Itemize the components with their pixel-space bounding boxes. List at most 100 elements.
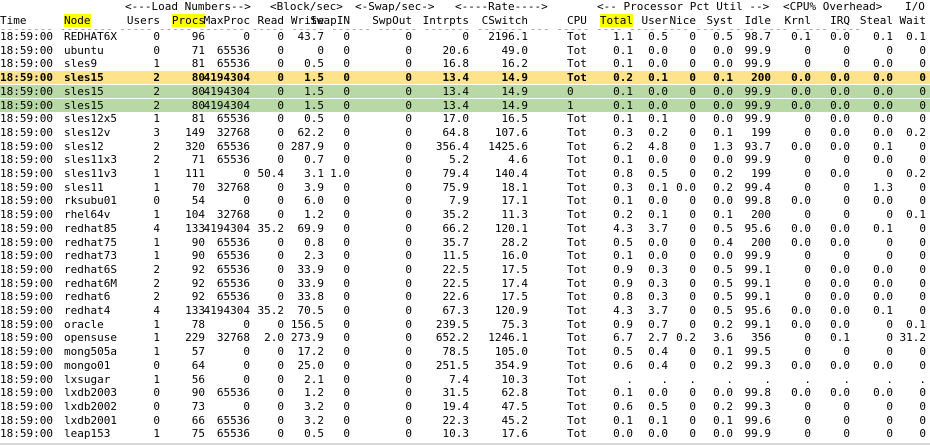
column-header-procs[interactable]: Procs (171, 14, 205, 27)
table-row[interactable]: 18:59:00 sles12x5 1 81 65536 0 0.5 0 0 17.0 16.5 To… (0, 112, 930, 125)
column-header-total[interactable]: Total (599, 14, 633, 27)
cell-user: 0.0 (648, 386, 668, 399)
cell-idle: 99.1 (744, 318, 772, 331)
cell-nice: 0 (689, 194, 696, 207)
table-row[interactable]: 18:59:00 lxsugar 1 56 0 0 2.1 0 0 7.4 10.3 Tot.....… (0, 373, 930, 386)
cell-krnl: 0 (804, 331, 811, 344)
cell-cswitch: 4.6 (508, 153, 528, 166)
cell-cswitch: 49.0 (501, 44, 529, 57)
table-row[interactable]: 18:59:00 sles15 2 80 4194304 0 1.5 0 0 13.4 14.9 1 0… (0, 99, 930, 112)
cell-nice: 0 (689, 85, 696, 98)
column-header-read[interactable]: Read (258, 14, 285, 27)
column-header-syst[interactable]: Syst (707, 14, 734, 27)
cell-krnl: 0 (804, 153, 811, 166)
cell-cswitch: 17.5 (501, 263, 529, 276)
cell-user: 0.0 (648, 44, 668, 57)
column-header-swapin[interactable]: SwapIN (310, 14, 350, 27)
table-row[interactable]: 18:59:00 sles11x3 2 71 65536 0 0.7 0 0 5.2 4.6 Tot 0… (0, 153, 930, 166)
cell-cpu: Tot (567, 359, 587, 372)
cell-user: 0.1 (648, 414, 668, 427)
cell-irq: 0 (843, 44, 850, 57)
table-row[interactable]: 18:59:00 sles15 2 80 4194304 0 1.5 0 0 13.4 14.9 0 0… (0, 85, 930, 98)
column-header-idle[interactable]: Idle (745, 14, 772, 27)
cell-write: 0.7 (304, 153, 324, 166)
column-header-nice[interactable]: Nice (670, 14, 697, 27)
table-row[interactable]: 18:59:00 lxdb2001 0 66 65536 0 3.2 0 0 22.3 45.2 To… (0, 414, 930, 427)
cell-procs: 92 (191, 290, 205, 303)
cell-intrpts: 22.3 (442, 414, 470, 427)
cell-write: 2.3 (304, 249, 324, 262)
cell-user: 0.5 (648, 30, 668, 43)
cell-syst: 0.0 (713, 427, 733, 440)
cell-read: 0 (277, 277, 284, 290)
column-header-cswitch[interactable]: CSwitch (482, 14, 528, 27)
table-row[interactable]: 18:59:00 sles12v 3 149 32768 0 62.2 0 0 64.8 107.6… (0, 126, 930, 139)
cell-read: 0 (277, 153, 284, 166)
cell-nice: 0 (689, 126, 696, 139)
table-row[interactable]: 18:59:00 oracle 1 78 0 0 156.5 0 0 239.5 75.3 Tot 0.… (0, 318, 930, 331)
cell-syst: . (726, 373, 733, 386)
cell-steal: 0.0 (873, 153, 893, 166)
column-header-node[interactable]: Node (64, 14, 91, 27)
cell-nice: 0.2 (676, 331, 696, 344)
table-row[interactable]: 18:59:00 mong505a 1 57 0 0 17.2 0 0 78.5 105.0 Tot 0… (0, 345, 930, 358)
table-row[interactable]: 18:59:00 sles11v3 1 111 0 50.4 3.1 1.0 0 79.4 140.… (0, 167, 930, 180)
cell-node: opensuse (64, 331, 117, 344)
cell-intrpts: 11.5 (442, 249, 470, 262)
cell-node: redhat85 (64, 222, 117, 235)
cell-node: redhat6S (64, 263, 117, 276)
cell-cpu: Tot (567, 400, 587, 413)
table-row[interactable]: 18:59:00 sles9 1 81 65536 0 0.5 0 0 16.8 16.2 Tot 0.… (0, 57, 930, 70)
cell-read: 0 (277, 345, 284, 358)
column-header-irq[interactable]: IRQ (830, 14, 850, 27)
table-row[interactable]: 18:59:00 redhat73 1 90 65536 0 2.3 0 0 11.5 16.0 To… (0, 249, 930, 262)
column-header-wait[interactable]: Wait (900, 14, 927, 27)
table-row[interactable]: 18:59:00 sles15 2 80 4194304 0 1.5 0 0 13.4 14.9 To… (0, 71, 930, 84)
column-header-steal[interactable]: Steal (860, 14, 893, 27)
column-header-user[interactable]: User (642, 14, 669, 27)
table-row[interactable]: 18:59:00 ubuntu 0 71 65536 0 0 0 0 20.6 49.0 Tot 0.1… (0, 44, 930, 57)
table-row[interactable]: 18:59:00 redhat6M 2 92 65536 0 33.9 0 0 22.5 17.4 T… (0, 277, 930, 290)
cell-node: sles12 (64, 140, 104, 153)
table-row[interactable]: 18:59:00 REDHAT6X 0 96 0 0 43.7 0 0 0 2196.1 Tot 1.1… (0, 30, 930, 43)
column-header-intrpts[interactable]: Intrpts (423, 14, 469, 27)
cell-read: 0 (277, 57, 284, 70)
cell-steal: 0.0 (873, 277, 893, 290)
column-header-time[interactable]: Time (0, 14, 27, 27)
table-row[interactable]: 18:59:00 rksubu01 0 54 0 0 6.0 0 0 7.9 17.1 Tot 0.1 0… (0, 194, 930, 207)
table-row[interactable]: 18:59:00 mongo01 0 64 0 0 25.0 0 0 251.5 354.9 Tot 0… (0, 359, 930, 372)
cell-read: 0 (277, 290, 284, 303)
table-row[interactable]: 18:59:00 redhat6S 2 92 65536 0 33.9 0 0 22.5 17.5 T… (0, 263, 930, 276)
table-row[interactable]: 18:59:00 sles11 1 70 32768 0 3.9 0 0 75.9 18.1 Tot 0… (0, 181, 930, 194)
cell-intrpts: 20.6 (442, 44, 470, 57)
column-header-swapout[interactable]: SwpOut (372, 14, 412, 27)
table-row[interactable]: 18:59:00 sles12 2 320 65536 0 287.9 0 0 356.4 1425… (0, 140, 930, 153)
group-header: I/O (905, 0, 925, 13)
table-row[interactable]: 18:59:00 rhel64v 1 104 32768 0 1.2 0 0 35.2 11.3 To… (0, 208, 930, 221)
cell-krnl: 0 (804, 167, 811, 180)
table-row[interactable]: 18:59:00 leap153 1 75 65536 0 0.5 0 0 10.3 17.6 Tot… (0, 427, 930, 440)
table-row[interactable]: 18:59:00 lxdb2003 0 90 65536 0 1.2 0 0 31.5 62.8 To… (0, 386, 930, 399)
cell-krnl: 0.0 (791, 304, 811, 317)
table-row[interactable]: 18:59:00 redhat6 2 92 65536 0 33.8 0 0 22.6 17.5 To… (0, 290, 930, 303)
column-header-users[interactable]: Users (127, 14, 160, 27)
cell-total: 0.9 (613, 318, 633, 331)
cell-irq: 0.0 (830, 71, 850, 84)
table-row[interactable]: 18:59:00 redhat4 4 133 4194304 35.2 70.5 0 0 67.3… (0, 304, 930, 317)
table-row[interactable]: 18:59:00 lxdb2002 0 73 0 0 3.2 0 0 19.4 47.5 Tot 0.6… (0, 400, 930, 413)
cell-syst: 0.0 (713, 194, 733, 207)
table-row[interactable]: 18:59:00 redhat85 4 133 4194304 35.2 69.9 0 0 66.… (0, 222, 930, 235)
table-row[interactable]: 18:59:00 opensuse 1 229 32768 2.0 273.9 0 0 652.2… (0, 331, 930, 344)
column-header-maxproc[interactable]: MaxProc (204, 14, 250, 27)
cell-swapout: 0 (405, 126, 412, 139)
cell-time: 18:59:00 (0, 249, 53, 262)
cell-cpu: Tot (567, 236, 587, 249)
cell-procs: 81 (191, 57, 205, 70)
cell-users: 1 (153, 236, 160, 249)
table-row[interactable]: 18:59:00 redhat75 1 90 65536 0 0.8 0 0 35.7 28.2 To… (0, 236, 930, 249)
cell-time: 18:59:00 (0, 30, 53, 43)
column-header-krnl[interactable]: Krnl (785, 14, 812, 27)
cell-swapin: 0 (343, 359, 350, 372)
cell-read: 0 (277, 236, 284, 249)
column-header-cpu[interactable]: CPU (567, 14, 587, 27)
